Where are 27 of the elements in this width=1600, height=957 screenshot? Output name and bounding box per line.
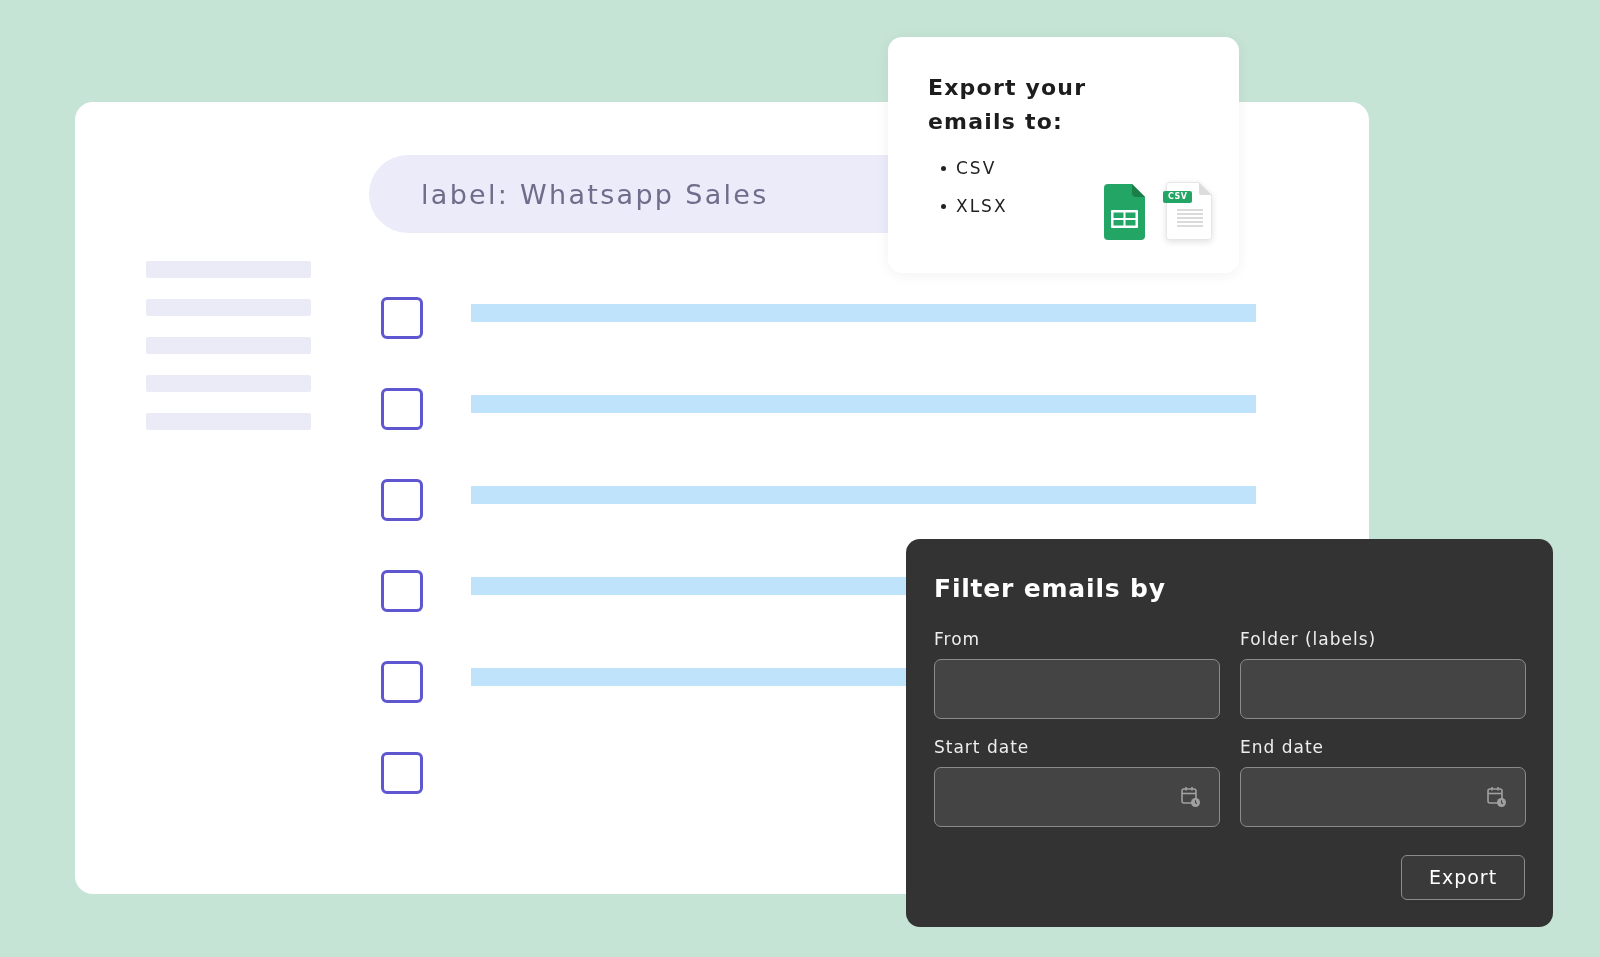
bullet-icon: [941, 165, 946, 171]
input-field[interactable]: [934, 659, 1220, 719]
calendar-icon[interactable]: [1487, 786, 1507, 808]
checkbox[interactable]: [381, 479, 423, 521]
field-label: From: [934, 628, 982, 650]
file-type-label: CSV: [1163, 191, 1193, 203]
checkbox[interactable]: [381, 388, 423, 430]
field-label: Folder (labels): [1240, 628, 1378, 650]
checkbox[interactable]: [381, 661, 423, 703]
field-label: Start date: [934, 736, 1031, 758]
spreadsheet-icon: [1104, 184, 1145, 240]
filter-panel-title: Filter emails by: [934, 574, 1167, 604]
checkbox[interactable]: [381, 570, 423, 612]
export-card-title: Export your emails to:: [928, 74, 1088, 136]
bullet-icon: [941, 203, 946, 209]
document-icon: [1166, 182, 1212, 240]
field-label: End date: [1240, 736, 1326, 758]
search-field[interactable]: label: Whatsapp Sales: [369, 155, 888, 233]
export-button[interactable]: Export: [1401, 855, 1525, 900]
calendar-icon[interactable]: [1181, 786, 1201, 808]
checkbox[interactable]: [381, 752, 423, 794]
date-field[interactable]: [934, 767, 1220, 827]
export-format: CSV: [956, 157, 997, 180]
checkbox[interactable]: [381, 297, 423, 339]
input-field[interactable]: [1240, 659, 1526, 719]
export-format: XLSX: [956, 195, 1008, 218]
date-field[interactable]: [1240, 767, 1526, 827]
